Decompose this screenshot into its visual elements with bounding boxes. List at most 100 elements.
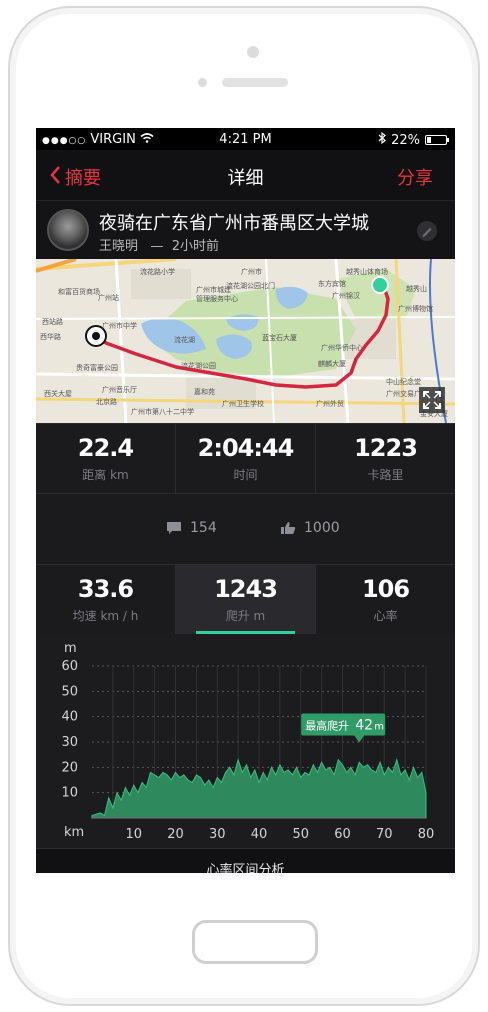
x-tick-label: 50 (292, 827, 309, 842)
map-label: 广州市第八十二中学 (131, 408, 194, 416)
likes-button[interactable]: 1000 (280, 520, 340, 536)
comment-icon (167, 522, 181, 534)
stat-value: 2:04:44 (197, 434, 295, 462)
pencil-icon (422, 228, 432, 237)
peak-unit: m (374, 721, 384, 732)
x-unit-label: km (64, 825, 84, 840)
status-bar: ●●●○○ VIRGIN 4:21 PM 22% (36, 128, 455, 150)
y-tick-label: 10 (61, 786, 78, 801)
map-label: 广州博物馆 (398, 305, 433, 313)
route-map[interactable]: 流花路小学 广州市城建 管理服务中心 广州市 东方宾馆 越秀山体育场 越秀山 流… (36, 259, 455, 423)
front-camera (247, 46, 259, 58)
map-label: 东方宾馆 (318, 280, 346, 288)
ride-title: 夜骑在广东省广州市番禺区大学城 (99, 213, 369, 234)
metric-tabs: 33.6 均速 km / h 1243 爬升 m 106 心率 (36, 564, 455, 634)
stat-label: 爬升 m (225, 609, 266, 623)
map-label: 越秀山 (406, 285, 427, 293)
map-label: 蓝宝石大厦 (262, 334, 297, 342)
map-label: 广州市中学 (102, 322, 137, 330)
map-label: 广州市 (241, 268, 262, 276)
map-label: 广州华侨中心 (321, 344, 363, 352)
map-label: 流花湖 (174, 336, 195, 344)
map-label: 嘉和苑 (194, 388, 215, 396)
map-label: 流花路小学 (140, 268, 175, 276)
comment-count: 154 (190, 520, 217, 536)
map-label: 中山纪念堂 (386, 378, 421, 386)
map-label: 管理服务中心 (196, 295, 238, 303)
home-button[interactable] (192, 920, 318, 964)
summary-stats: 22.4 距离 km 2:04:44 时间 1223 卡路里 (36, 423, 455, 493)
x-tick-label: 80 (418, 827, 435, 842)
stat-label: 卡路里 (367, 468, 404, 482)
edit-button[interactable] (417, 221, 437, 241)
stat-value: 1243 (214, 575, 278, 603)
y-unit-label: m (64, 641, 77, 656)
page-title: 详细 (227, 168, 264, 189)
stat-label: 心率 (373, 609, 398, 623)
x-tick-label: 30 (209, 827, 226, 842)
map-label: 流花湖公园北门 (226, 282, 275, 290)
x-tick-label: 70 (376, 827, 393, 842)
like-count: 1000 (304, 520, 340, 536)
meta-separator: — (150, 239, 164, 254)
map-label: 北京路 (96, 398, 117, 406)
expand-map-button[interactable] (419, 387, 445, 413)
y-tick-label: 50 (61, 684, 78, 699)
stat-value: 22.4 (77, 434, 134, 462)
tab-elevation[interactable]: 1243 爬升 m (176, 565, 316, 634)
avatar[interactable] (47, 209, 89, 251)
tab-heart-rate[interactable]: 106 心率 (316, 565, 455, 634)
stat-label: 时间 (233, 468, 258, 482)
social-bar: 154 1000 (36, 493, 455, 564)
battery-status: 22% (378, 131, 449, 148)
elevation-chart-svg: 10203040506010 20 30 40 50 60 70 80mkm最高爬升 42 m (61, 641, 435, 842)
x-tick-label: 60 (334, 827, 351, 842)
map-label: 西关大屋 (44, 390, 72, 398)
thumbs-up-icon (281, 522, 296, 534)
stat-label: 均速 km / h (72, 609, 139, 623)
nav-bar: 摘要 详细 分享 (36, 150, 455, 200)
peak-callout-pointer (354, 735, 365, 743)
time-ago: 2小时前 (171, 239, 219, 254)
battery-icon (425, 135, 449, 145)
proximity-sensor (198, 78, 207, 87)
map-label: 广州卫生学校 (222, 400, 264, 408)
stat-value: 33.6 (77, 575, 134, 603)
stat-calories: 1223 卡路里 (316, 424, 455, 493)
map-label: 西华路 (40, 333, 61, 341)
stat-value: 106 (361, 575, 410, 603)
peak-label: 最高爬升 (305, 718, 349, 732)
ride-header: 夜骑在广东省广州市番禺区大学城 王晓明 — 2小时前 (36, 200, 455, 259)
battery-percent: 22% (391, 132, 420, 148)
map-label: 麒麟大厦 (318, 360, 346, 368)
map-label: 越秀山体育场 (346, 268, 388, 276)
stat-label: 距离 km (82, 468, 129, 482)
share-button[interactable]: 分享 (397, 164, 433, 190)
tab-heart-rate-zones[interactable]: 心率区间分析 (36, 848, 455, 873)
map-label: 广州站 (98, 294, 119, 302)
map-label: 和富百货商场 (58, 288, 100, 296)
map-label: 广州外贸 (316, 400, 344, 408)
comments-button[interactable]: 154 (166, 520, 217, 536)
y-tick-label: 40 (61, 710, 78, 725)
y-tick-label: 20 (61, 760, 78, 775)
bluetooth-icon (378, 131, 387, 148)
x-tick-label: 20 (167, 827, 184, 842)
fullscreen-icon (423, 391, 441, 409)
peak-value: 42 (355, 717, 373, 733)
map-label: 西站路 (42, 318, 63, 326)
y-tick-label: 60 (61, 659, 78, 674)
elevation-chart[interactable]: 10 20 30 40 50 60 10 20 30 40 50 60 70 80 m km 最高爬升 42 m (36, 634, 455, 848)
author-name[interactable]: 王晓明 (99, 239, 138, 254)
stat-distance: 22.4 距离 km (36, 424, 176, 493)
x-tick-label: 10 (125, 827, 142, 842)
map-label: 贵奇富豪公园 (76, 364, 118, 372)
earpiece-speaker (222, 78, 288, 87)
tab-avg-speed[interactable]: 33.6 均速 km / h (36, 565, 176, 634)
app-screen: ●●●○○ VIRGIN 4:21 PM 22% 摘要 详细 分享 夜骑在广东省… (36, 128, 455, 873)
ride-meta: 王晓明 — 2小时前 (99, 235, 219, 254)
map-label: 广州锦汉 (332, 292, 360, 300)
map-label: 广州音乐厅 (102, 386, 137, 394)
stat-value: 1223 (354, 434, 418, 462)
y-tick-label: 30 (61, 735, 78, 750)
